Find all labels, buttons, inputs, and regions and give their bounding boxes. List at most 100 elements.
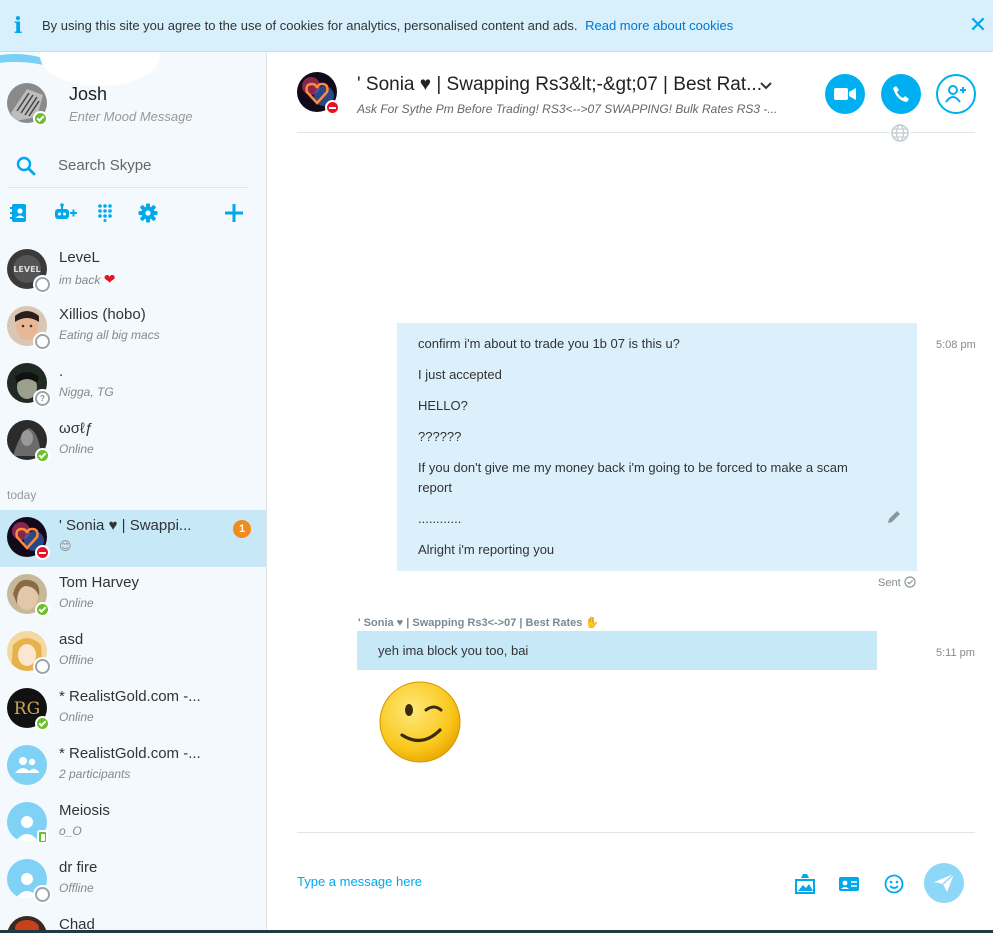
message-text: HELLO? [418,398,468,413]
section-header-today: today [7,488,37,502]
incoming-message-bubble[interactable]: yeh ima block you too, bai [357,631,877,670]
status-online-indicator [35,448,50,463]
status-offline-indicator [35,277,50,292]
list-item[interactable]: LEVEL LeveL im back ❤ [0,242,266,299]
sent-status-text: Sent [878,577,901,589]
list-item[interactable]: ? . Nigga, TG [0,356,266,413]
status-online-indicator [35,716,50,731]
sent-check-icon [904,576,916,588]
list-item[interactable]: asd Offline [0,624,266,681]
chat-pane: ' Sonia ♥ | Swapping Rs3&lt;-&gt;07 | Be… [267,52,993,930]
video-camera-icon [834,88,856,100]
contact-name: Chad [59,916,95,930]
chat-title[interactable]: ' Sonia ♥ | Swapping Rs3&lt;-&gt;07 | Be… [357,74,762,96]
settings-gear-icon[interactable] [137,202,159,224]
list-item[interactable]: Chad [0,909,266,930]
message-text: yeh ima block you too, bai [378,643,529,658]
status-unknown-indicator: ? [35,391,50,406]
contact-name: ' Sonia ♥ | Swappi... [59,517,192,534]
send-contact-icon[interactable] [837,872,861,896]
search-input[interactable] [58,157,238,174]
chat-mood-message: Ask For Sythe Pm Before Trading! RS3<-->… [357,102,778,116]
chevron-down-icon[interactable] [760,77,772,95]
add-participant-button[interactable] [936,74,976,114]
unread-badge: 1 [233,520,251,538]
profile-header[interactable]: Josh Enter Mood Message [0,76,266,132]
contact-name: LeveL [59,249,100,266]
contact-mood: Online [59,710,94,724]
emoticon-picker-icon[interactable] [882,872,906,896]
audio-call-button[interactable] [881,74,921,114]
list-item[interactable]: dr fire Offline [0,852,266,909]
sidebar: Josh Enter Mood Message LEVEL [0,52,267,930]
status-mobile-indicator [37,830,48,844]
message-text: I just accepted [418,367,502,382]
cookie-banner: i By using this site you agree to the us… [0,0,993,52]
sent-status: Sent [878,576,916,589]
list-item[interactable]: Meiosis o_O [0,795,266,852]
message-compose-input[interactable] [297,874,747,889]
status-online-indicator [33,111,48,126]
contact-name: Xillios (hobo) [59,306,146,323]
contact-mood: 😊 [59,539,72,553]
status-offline-indicator [35,887,50,902]
contact-mood: Online [59,596,94,610]
plus-icon[interactable] [223,202,245,224]
message-text: If you don't give me my money back i'm g… [418,460,848,495]
message-text: ............ [418,511,462,526]
add-person-icon [945,85,966,103]
outgoing-message-group[interactable]: confirm i'm about to trade you 1b 07 is … [397,323,917,571]
globe-icon[interactable] [890,123,910,143]
message-text: ?????? [418,429,462,444]
profile-name[interactable]: Josh [69,84,107,105]
search-icon[interactable] [8,156,44,176]
status-offline-indicator [35,659,50,674]
svg-text:LEVEL: LEVEL [13,265,40,274]
close-icon[interactable]: ✕ [967,14,989,36]
message-sender-name: ' Sonia ♥ | Swapping Rs3<->07 | Best Rat… [358,617,600,629]
wink-emoticon[interactable] [378,680,462,769]
contact-name: Meiosis [59,802,110,819]
contact-mood: Online [59,442,94,456]
send-image-icon[interactable] [793,872,817,896]
sidebar-toolbar [0,198,266,228]
contact-name: * RealistGold.com -... [59,688,201,705]
mood-message-field[interactable]: Enter Mood Message [69,109,193,124]
contact-mood: Offline [59,653,94,667]
list-item[interactable]: * RealistGold.com -... 2 participants [0,738,266,795]
chat-header: ' Sonia ♥ | Swapping Rs3&lt;-&gt;07 | Be… [267,52,993,134]
divider [297,132,975,133]
mood-text: im back [59,273,101,287]
message-text: Alright i'm reporting you [418,542,555,557]
list-item[interactable]: RG * RealistGold.com -... Online [0,681,266,738]
send-arrow-icon [934,873,955,892]
contact-mood: o_O [59,824,82,838]
phone-icon [893,86,909,102]
cookie-text: By using this site you agree to the use … [42,18,578,33]
contact-mood: 2 participants [59,767,131,781]
list-item[interactable]: Tom Harvey Online [0,567,266,624]
status-dnd-indicator [35,545,50,560]
contact-name: . [59,363,64,380]
search-bar[interactable] [8,144,248,188]
contact-name: asd [59,631,84,648]
edit-pencil-icon[interactable] [887,510,901,529]
list-item[interactable]: ωσℓƒ Online [0,413,266,470]
list-item[interactable]: Xillios (hobo) Eating all big macs [0,299,266,356]
list-item[interactable]: ' Sonia ♥ | Swappi... 😊 1 [0,510,266,567]
heart-icon: ❤ [103,271,116,287]
contact-name: ωσℓƒ [59,420,94,437]
contact-name: Tom Harvey [59,574,140,591]
contacts-book-icon[interactable] [8,202,30,224]
dialpad-icon[interactable] [94,202,116,224]
message-timestamp: 5:11 pm [936,647,975,659]
contact-name: dr fire [59,859,98,876]
video-call-button[interactable] [825,74,865,114]
contact-mood: Nigga, TG [59,385,114,399]
cookie-read-more-link[interactable]: Read more about cookies [585,18,733,33]
status-online-indicator [35,602,50,617]
info-icon: i [13,12,23,39]
group-avatar [7,745,47,785]
send-button[interactable] [924,863,964,903]
add-bot-icon[interactable] [52,202,78,224]
